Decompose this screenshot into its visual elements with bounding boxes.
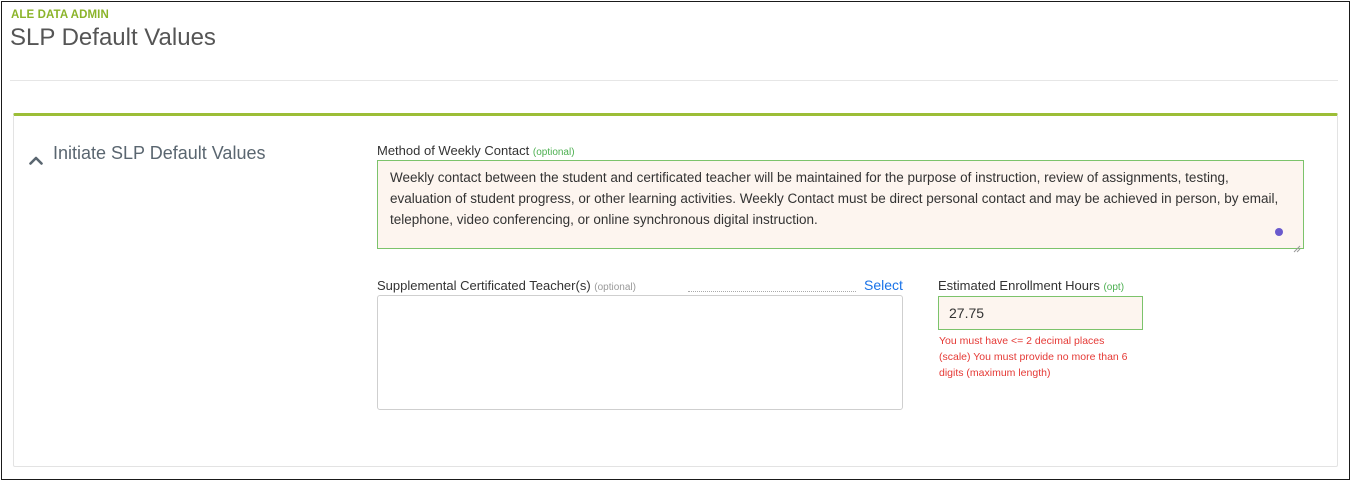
estimated-enrollment-hours-label-text: Estimated Enrollment Hours xyxy=(938,278,1100,293)
app-eyebrow: ALE DATA ADMIN xyxy=(11,9,109,21)
supplemental-teachers-list[interactable] xyxy=(377,295,903,410)
section-toggle[interactable]: Initiate SLP Default Values xyxy=(29,143,266,165)
optional-tag: (optional) xyxy=(532,147,575,158)
enrollment-hours-error: You must have <= 2 decimal places (scale… xyxy=(939,335,1128,379)
section-heading: Initiate SLP Default Values xyxy=(53,143,266,163)
chevron-up-icon xyxy=(29,149,43,165)
estimated-enrollment-hours-input[interactable] xyxy=(938,296,1143,330)
plus-icon[interactable] xyxy=(1275,228,1283,236)
optional-tag: (opt) xyxy=(1103,282,1125,293)
select-teachers-link[interactable]: Select xyxy=(864,277,903,293)
method-of-weekly-contact-textarea[interactable]: Weekly contact between the student and c… xyxy=(377,160,1304,253)
page-title: SLP Default Values xyxy=(10,24,216,51)
header-divider xyxy=(10,80,1338,81)
resize-handle-icon[interactable] xyxy=(1293,238,1301,253)
method-of-weekly-contact-label-text: Method of Weekly Contact xyxy=(377,143,530,158)
optional-tag: (optional) xyxy=(594,282,636,293)
supplemental-teachers-label-text: Supplemental Certificated Teacher(s) xyxy=(377,278,591,293)
method-of-weekly-contact-label: Method of Weekly Contact (optional) xyxy=(377,143,575,158)
estimated-enrollment-hours-label: Estimated Enrollment Hours (opt) xyxy=(938,278,1124,293)
dotted-leader xyxy=(688,290,856,292)
method-of-weekly-contact-value: Weekly contact between the student and c… xyxy=(390,170,1279,227)
supplemental-teachers-label: Supplemental Certificated Teacher(s) (op… xyxy=(377,278,636,293)
